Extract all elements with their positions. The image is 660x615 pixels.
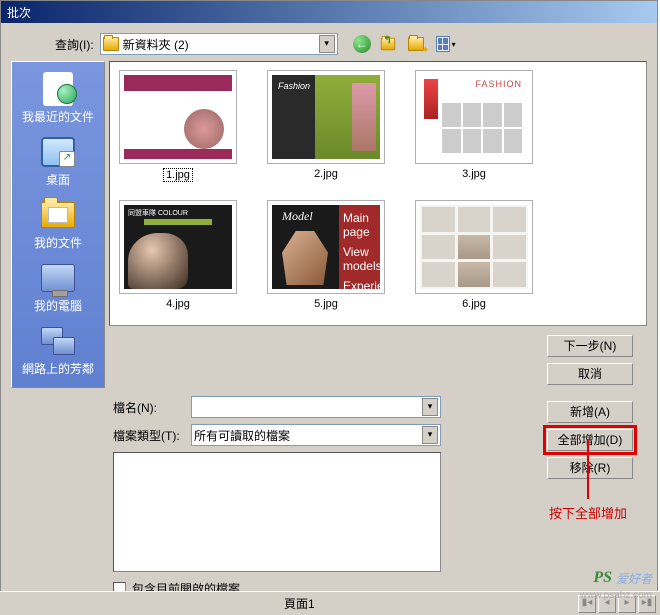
file-thumb[interactable]: 6.jpg: [414, 200, 534, 310]
thumb-frame: [415, 200, 533, 294]
add-all-button[interactable]: 全部增加(D): [547, 429, 633, 451]
filename-input[interactable]: ▾: [191, 396, 441, 418]
sidebar-item-label: 桌面: [46, 171, 70, 188]
thumb-frame: Main pageView modelsExperience: [267, 200, 385, 294]
sidebar-item-recent[interactable]: 我最近的文件: [16, 68, 100, 129]
my-documents-icon: [40, 198, 76, 232]
annotation-line: [587, 439, 589, 499]
look-in-select[interactable]: 新資料夾 (2) ▾: [100, 33, 338, 55]
thumb-frame: Fashion: [267, 70, 385, 164]
thumb-label: 3.jpg: [462, 168, 486, 180]
file-thumb[interactable]: Fashion 2.jpg: [266, 70, 386, 182]
view-menu-icon[interactable]: ▾: [436, 34, 456, 54]
thumb-label: 2.jpg: [314, 168, 338, 180]
annotation-text: 按下全部增加: [549, 503, 627, 522]
file-thumb[interactable]: 4.jpg: [118, 200, 238, 310]
look-in-label: 查詢(I):: [55, 36, 94, 53]
remove-button[interactable]: 移除(R): [547, 457, 633, 479]
status-bar: 頁面1 ▮◂ ◂ ▸ ▸▮: [0, 591, 660, 615]
add-button[interactable]: 新增(A): [547, 401, 633, 423]
thumb-frame: [119, 200, 237, 294]
new-folder-icon[interactable]: ✦: [408, 34, 428, 54]
sidebar-item-label: 我最近的文件: [22, 108, 94, 125]
next-button[interactable]: 下一步(N): [547, 335, 633, 357]
sidebar-item-label: 網路上的芳鄰: [22, 360, 94, 377]
chevron-down-icon[interactable]: ▾: [319, 35, 335, 53]
filetype-label: 檔案類型(T):: [113, 427, 191, 444]
file-list-area[interactable]: 1.jpg Fashion 2.jpg 3.jpg 4.jpg: [109, 61, 647, 326]
desktop-icon: [40, 135, 76, 169]
watermark: PSPS 爱好者爱好者: [593, 569, 652, 587]
status-page: 頁面1: [284, 595, 315, 612]
cancel-button[interactable]: 取消: [547, 363, 633, 385]
sidebar-item-label: 我的文件: [34, 234, 82, 251]
recent-docs-icon: [40, 72, 76, 106]
sidebar-item-computer[interactable]: 我的電腦: [16, 257, 100, 318]
dialog-content: 查詢(I): 新資料夾 (2) ▾ ← ↰ ✦ ▾ 我最近的文件: [1, 23, 657, 609]
my-computer-icon: [40, 261, 76, 295]
nav-icons: ← ↰ ✦ ▾: [352, 34, 456, 54]
thumb-label: 1.jpg: [163, 168, 193, 182]
watermark-url: www.psahz.com: [580, 590, 652, 601]
thumb-frame: [119, 70, 237, 164]
filename-label: 檔名(N):: [113, 399, 191, 416]
button-column: 下一步(N) 取消 新增(A) 全部增加(D) 移除(R): [547, 335, 633, 479]
filetype-select[interactable]: 所有可讀取的檔案 ▾: [191, 424, 441, 446]
thumbnail-grid: 1.jpg Fashion 2.jpg 3.jpg 4.jpg: [118, 70, 638, 310]
places-sidebar: 我最近的文件 桌面 我的文件 我的電腦 網路上的芳鄰: [11, 61, 105, 388]
filetype-value: 所有可讀取的檔案: [194, 427, 290, 444]
sidebar-item-label: 我的電腦: [34, 297, 82, 314]
sidebar-item-network[interactable]: 網路上的芳鄰: [16, 320, 100, 381]
chevron-down-icon[interactable]: ▾: [422, 426, 438, 444]
titlebar[interactable]: 批次: [1, 1, 657, 23]
file-thumb[interactable]: 1.jpg: [118, 70, 238, 182]
sidebar-item-mydocs[interactable]: 我的文件: [16, 194, 100, 255]
look-in-row: 查詢(I): 新資料夾 (2) ▾ ← ↰ ✦ ▾: [11, 33, 647, 55]
thumb-label: 6.jpg: [462, 298, 486, 310]
thumb-frame: [415, 70, 533, 164]
look-in-value: 新資料夾 (2): [123, 36, 319, 53]
sidebar-item-desktop[interactable]: 桌面: [16, 131, 100, 192]
network-places-icon: [40, 324, 76, 358]
file-thumb[interactable]: Main pageView modelsExperience 5.jpg: [266, 200, 386, 310]
batch-dialog: 批次 查詢(I): 新資料夾 (2) ▾ ← ↰ ✦ ▾ 我最近的文件: [0, 0, 658, 610]
file-thumb[interactable]: 3.jpg: [414, 70, 534, 182]
up-one-level-icon[interactable]: ↰: [380, 34, 400, 54]
back-icon[interactable]: ←: [352, 34, 372, 54]
selected-files-list[interactable]: [113, 452, 441, 572]
chevron-down-icon[interactable]: ▾: [422, 398, 438, 416]
thumb-label: 4.jpg: [166, 298, 190, 310]
thumb-label: 5.jpg: [314, 298, 338, 310]
folder-icon: [103, 37, 119, 51]
